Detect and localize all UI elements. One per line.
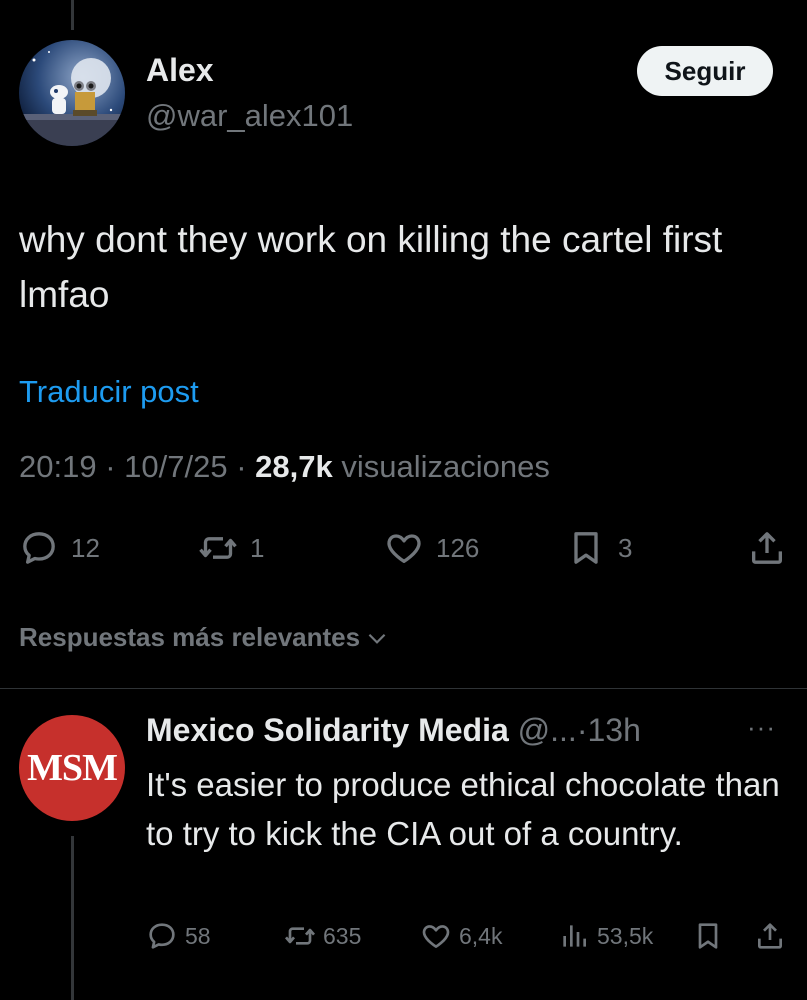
heart-icon xyxy=(387,534,421,563)
comment-icon xyxy=(149,923,175,949)
bookmark-icon xyxy=(574,532,598,564)
more-icon[interactable]: ··· xyxy=(747,712,776,743)
views-icon xyxy=(563,925,586,947)
comment-icon xyxy=(23,532,55,564)
reply-author-handle[interactable]: @... xyxy=(518,712,577,748)
bookmark-button[interactable]: 3 xyxy=(566,528,632,568)
avatar-image xyxy=(19,40,125,146)
reply-avatar[interactable]: MSM xyxy=(19,715,125,821)
avatar-logo-text: MSM xyxy=(27,747,118,789)
reply-views-button[interactable]: 53,5k xyxy=(558,920,653,952)
sort-replies-dropdown[interactable]: Respuestas más relevantes xyxy=(19,622,390,653)
meta-separator: · xyxy=(236,449,247,484)
reply-text: It's easier to produce ethical chocolate… xyxy=(146,766,780,852)
author-name[interactable]: Alex xyxy=(146,52,214,89)
like-count: 126 xyxy=(436,532,480,563)
chevron-down-icon xyxy=(368,633,386,644)
author-handle[interactable]: @war_alex101 xyxy=(146,98,353,134)
reply-repost-count: 635 xyxy=(323,922,362,949)
translate-post-link[interactable]: Traducir post xyxy=(19,374,199,410)
bookmark-count: 3 xyxy=(618,532,633,563)
reply-like-button[interactable]: 6,4k xyxy=(420,920,502,952)
reply-time[interactable]: 13h xyxy=(587,712,640,748)
repost-count: 1 xyxy=(250,532,265,563)
follow-button[interactable]: Seguir xyxy=(637,46,773,96)
reply-separator: · xyxy=(576,712,588,748)
views-count: 28,7k xyxy=(255,449,333,484)
reply-header: Mexico Solidarity Media @...·13h xyxy=(146,712,641,749)
post-time[interactable]: 20:19 xyxy=(19,449,97,484)
divider xyxy=(0,688,807,689)
repost-button[interactable]: 1 xyxy=(198,528,264,568)
sort-label-text: Respuestas más relevantes xyxy=(19,622,361,652)
reply-share-button[interactable] xyxy=(754,920,786,952)
reply-reply-count: 58 xyxy=(185,922,211,949)
thread-line xyxy=(71,836,74,1000)
bookmark-icon xyxy=(698,923,718,949)
reply-like-count: 6,4k xyxy=(459,922,503,949)
reply-button[interactable]: 12 xyxy=(19,528,100,568)
heart-icon xyxy=(422,925,450,948)
reply-reply-button[interactable]: 58 xyxy=(146,920,211,952)
post-meta: 20:19 · 10/7/25 · 28,7k visualizaciones xyxy=(19,449,550,485)
reply-count: 12 xyxy=(71,532,100,563)
avatar[interactable] xyxy=(19,40,125,146)
repost-icon xyxy=(199,537,237,559)
views-label: visualizaciones xyxy=(341,449,550,484)
share-icon xyxy=(752,532,782,564)
reply-bookmark-button[interactable] xyxy=(692,920,724,952)
repost-icon xyxy=(284,927,316,945)
post-text: why dont they work on killing the cartel… xyxy=(19,219,723,315)
reply-views-count: 53,5k xyxy=(597,922,654,949)
thread-line xyxy=(71,0,74,30)
reply-author-name[interactable]: Mexico Solidarity Media xyxy=(146,712,509,748)
share-icon xyxy=(758,923,782,949)
meta-separator: · xyxy=(105,449,116,484)
post-date[interactable]: 10/7/25 xyxy=(124,449,227,484)
share-button[interactable] xyxy=(747,528,787,568)
like-button[interactable]: 126 xyxy=(384,528,479,568)
reply-repost-button[interactable]: 635 xyxy=(284,920,361,952)
